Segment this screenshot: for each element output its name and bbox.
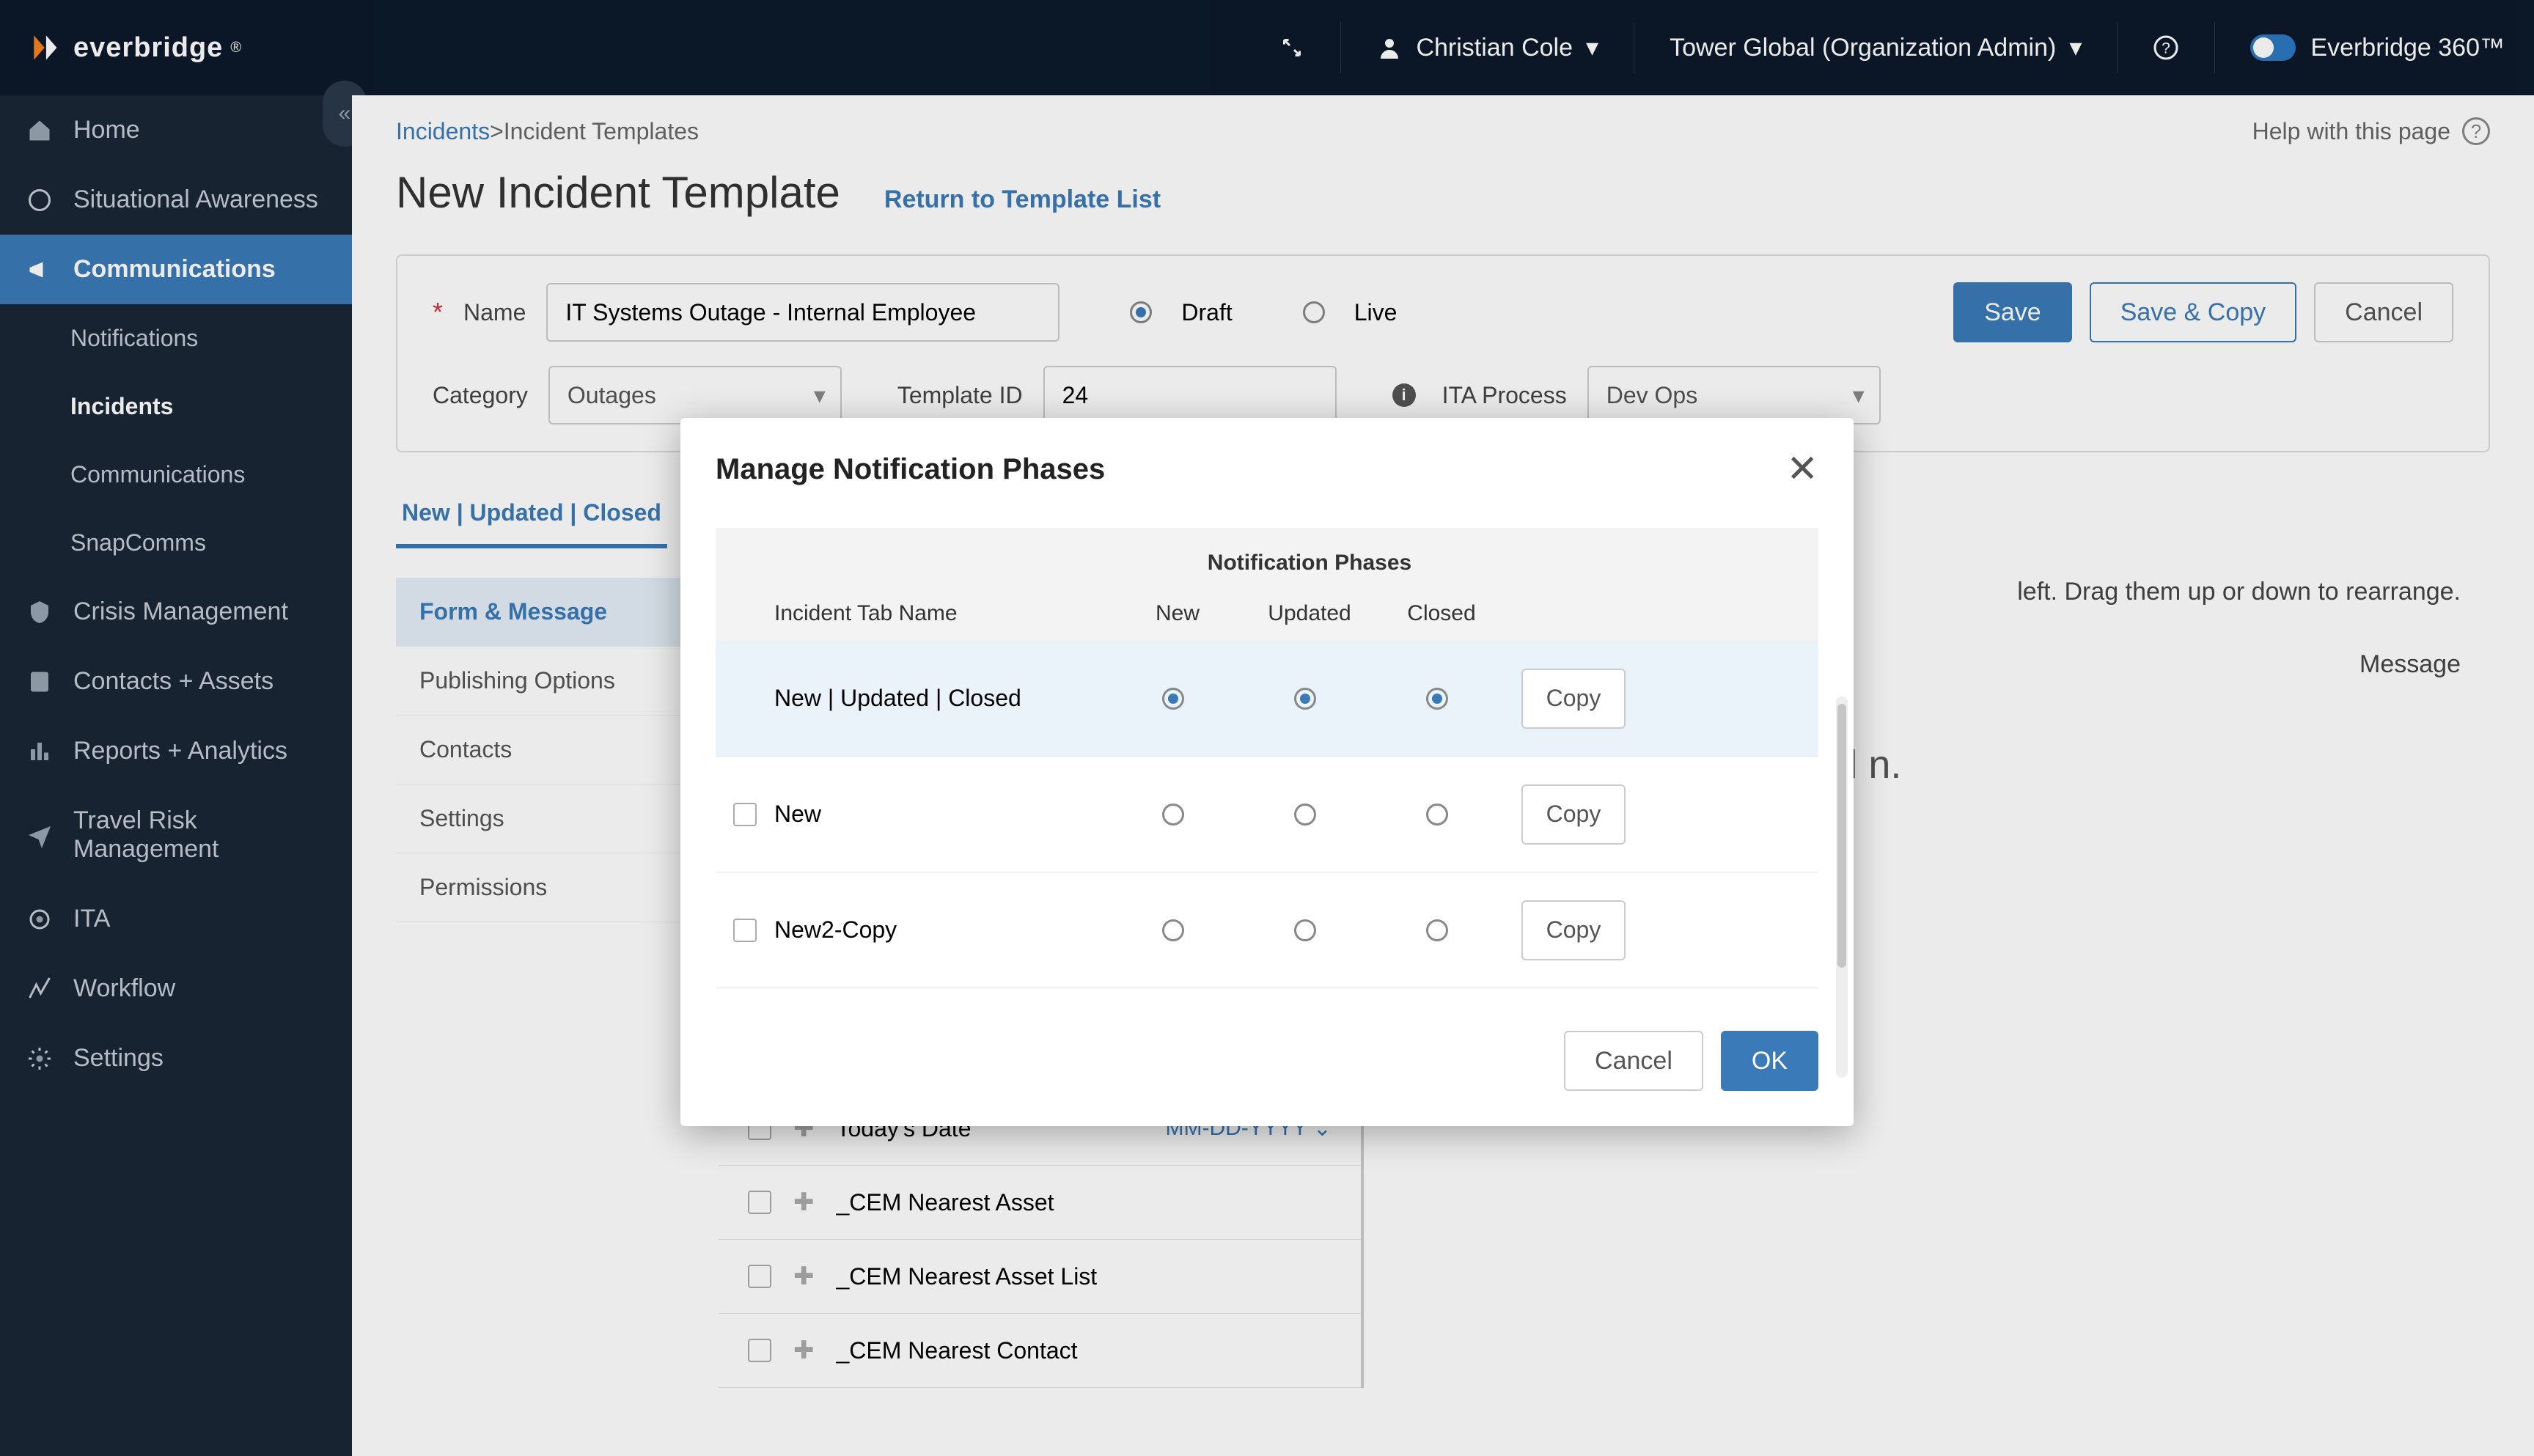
copy-button[interactable]: Copy: [1521, 900, 1626, 960]
phase-group-header: Notification Phases: [1112, 551, 1507, 578]
col-new: New: [1112, 601, 1244, 626]
phase-new-radio[interactable]: [1162, 919, 1184, 941]
modal-scrollbar[interactable]: [1836, 696, 1848, 1078]
phase-name: New | Updated | Closed: [774, 685, 1112, 712]
phase-closed-radio[interactable]: [1426, 688, 1448, 710]
col-closed: Closed: [1376, 601, 1507, 626]
manage-phases-modal: Manage Notification Phases ✕ Notificatio…: [680, 418, 1854, 1126]
modal-title: Manage Notification Phases: [716, 453, 1105, 486]
phase-name: New2-Copy: [774, 916, 1112, 944]
modal-header: Manage Notification Phases ✕: [680, 418, 1854, 521]
phase-new-radio[interactable]: [1162, 688, 1184, 710]
modal-body: Notification Phases Incident Tab Name Ne…: [680, 521, 1854, 1010]
phase-name: New: [774, 801, 1112, 828]
phase-checkbox[interactable]: [733, 803, 757, 826]
phase-closed-radio[interactable]: [1426, 804, 1448, 826]
phase-checkbox[interactable]: [733, 919, 757, 942]
copy-button[interactable]: Copy: [1521, 784, 1626, 845]
modal-ok-button[interactable]: OK: [1721, 1031, 1818, 1091]
phase-updated-radio[interactable]: [1294, 919, 1316, 941]
phase-row: New | Updated | Closed Copy: [716, 641, 1818, 757]
phase-updated-radio[interactable]: [1294, 804, 1316, 826]
phase-updated-radio[interactable]: [1294, 688, 1316, 710]
phase-closed-radio[interactable]: [1426, 919, 1448, 941]
col-tab-name: Incident Tab Name: [774, 601, 1112, 626]
phase-row: New2-Copy Copy: [716, 872, 1818, 988]
phase-new-radio[interactable]: [1162, 804, 1184, 826]
phase-row: New Copy: [716, 757, 1818, 872]
copy-button[interactable]: Copy: [1521, 669, 1626, 729]
col-updated: Updated: [1244, 601, 1376, 626]
modal-footer: Cancel OK: [680, 1010, 1854, 1126]
close-icon[interactable]: ✕: [1786, 447, 1818, 491]
modal-cancel-button[interactable]: Cancel: [1564, 1031, 1703, 1091]
